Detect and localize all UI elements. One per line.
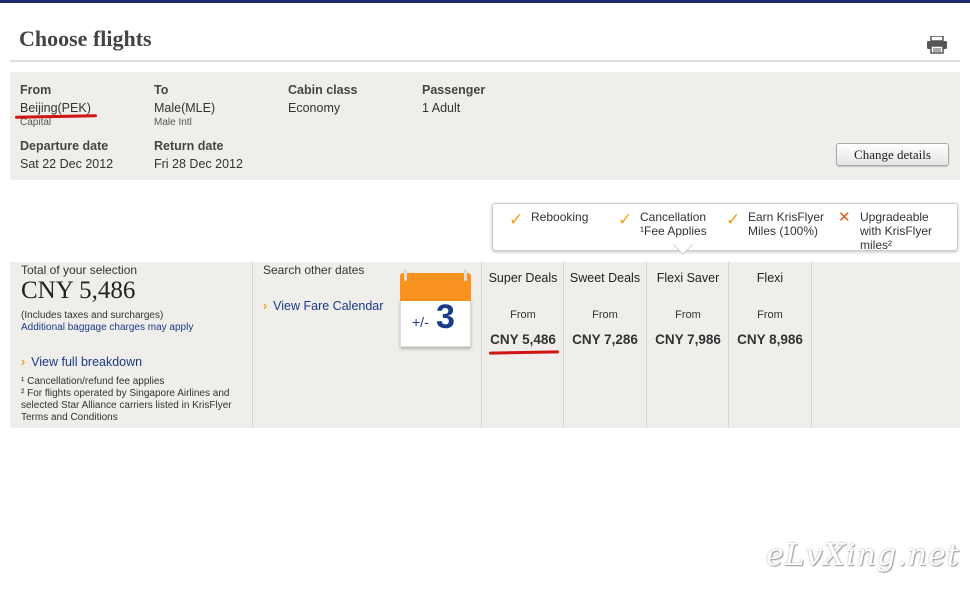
calendar-ring [404,269,407,281]
page-title: Choose flights [19,26,152,51]
fare-column-flexi[interactable]: Flexi From CNY 8,986 [729,262,811,347]
check-icon: ✓ [509,210,524,229]
column-divider [811,262,812,428]
cross-icon: ✕ [838,209,851,226]
column-divider [252,262,253,428]
footnote-krisflyer-line1: ² For flights operated by Singapore Airl… [21,388,230,399]
chevron-right-icon: › [21,355,26,369]
footnote-krisflyer-line2: selected Star Alliance carriers listed i… [21,400,232,411]
departure-field: Departure date Sat 22 Dec 2012 [20,139,113,171]
watermark: eLvXing.net [766,538,960,573]
fare-name: Super Deals [488,271,558,285]
view-fare-calendar-label: View Fare Calendar [273,299,384,313]
fare-from-label: From [675,309,701,321]
fare-from-label: From [510,309,536,321]
to-airport: Male Intl [154,117,192,128]
total-selection-label: Total of your selection [21,263,138,277]
from-field: From Beijing(PEK) Capital [20,83,91,128]
fare-from-label: From [592,309,618,321]
feature-rebooking-label: Rebooking [531,210,589,224]
feature-upgradeable-line3: miles² [860,238,892,252]
calendar-icon[interactable]: +/- 3 [400,269,471,347]
fare-price: CNY 5,486 [490,332,556,347]
fare-name: Sweet Deals [569,271,641,285]
top-border [0,0,970,3]
from-airport: Capital [20,117,52,128]
departure-value: Sat 22 Dec 2012 [20,157,114,171]
fare-name: Flexi [756,271,784,285]
calendar-days: 3 [436,298,455,336]
fare-column-sweet-deals[interactable]: Sweet Deals From CNY 7,286 [564,262,646,347]
change-details-button[interactable]: Change details [836,143,949,166]
chevron-right-icon: › [263,299,268,313]
fare-price: CNY 7,986 [655,332,721,347]
return-label: Return date [154,139,224,153]
fare-features-box: ✓ Rebooking ✓ Cancellation ¹Fee Applies ✓… [492,203,958,252]
fare-from-label: From [757,309,783,321]
view-fare-calendar-link[interactable]: › View Fare Calendar [263,299,383,313]
printer-icon[interactable] [926,36,948,54]
fare-column-flexi-saver[interactable]: Flexi Saver From CNY 7,986 [647,262,729,347]
to-value: Male(MLE) [154,101,216,115]
total-price: CNY 5,486 [21,277,136,304]
feature-krisflyer-line1: Earn KrisFlyer [748,210,825,224]
passenger-value: 1 Adult [422,101,461,115]
from-value: Beijing(PEK) [20,101,91,115]
feature-cancellation-line2: ¹Fee Applies [640,224,707,238]
fare-price: CNY 7,286 [572,332,638,347]
calendar-ring [464,269,467,281]
check-icon: ✓ [726,210,741,229]
footnote-krisflyer-line3: Terms and Conditions [21,412,118,423]
flight-summary-panel: From Beijing(PEK) Capital To Male(MLE) M… [10,72,960,180]
calendar-header [400,273,471,301]
feature-upgradeable-line2: with KrisFlyer [860,224,933,238]
feature-cancellation-line1: Cancellation [640,210,707,224]
fare-name: Flexi Saver [656,271,720,285]
departure-label: Departure date [20,139,109,153]
passenger-label: Passenger [422,83,486,97]
passenger-field: Passenger 1 Adult [422,83,485,115]
to-label: To [154,83,169,97]
view-full-breakdown-link[interactable]: › View full breakdown [21,355,142,369]
feature-krisflyer-line2: Miles (100%) [748,224,819,238]
fare-column-super-deals[interactable]: Super Deals From CNY 5,486 [482,262,564,347]
feature-upgradeable-line1: Upgradeable [860,210,929,224]
fare-price: CNY 8,986 [737,332,803,347]
taxes-note: (Includes taxes and surcharges) [21,310,164,321]
cabin-value: Economy [288,101,341,115]
calendar-plus-minus: +/- [412,314,429,330]
search-other-dates-label: Search other dates [263,263,365,277]
footnote-cancellation: ¹ Cancellation/refund fee applies [21,376,165,387]
view-full-breakdown-label: View full breakdown [31,355,143,369]
cabin-label: Cabin class [288,83,358,97]
check-icon: ✓ [618,210,633,229]
baggage-charges-link[interactable]: Additional baggage charges may apply [21,322,193,333]
cabin-field: Cabin class Economy [288,83,357,115]
to-field: To Male(MLE) Male Intl [154,83,215,128]
title-divider [10,60,960,62]
return-field: Return date Fri 28 Dec 2012 [154,139,243,171]
from-label: From [20,83,52,97]
return-value: Fri 28 Dec 2012 [154,157,243,171]
